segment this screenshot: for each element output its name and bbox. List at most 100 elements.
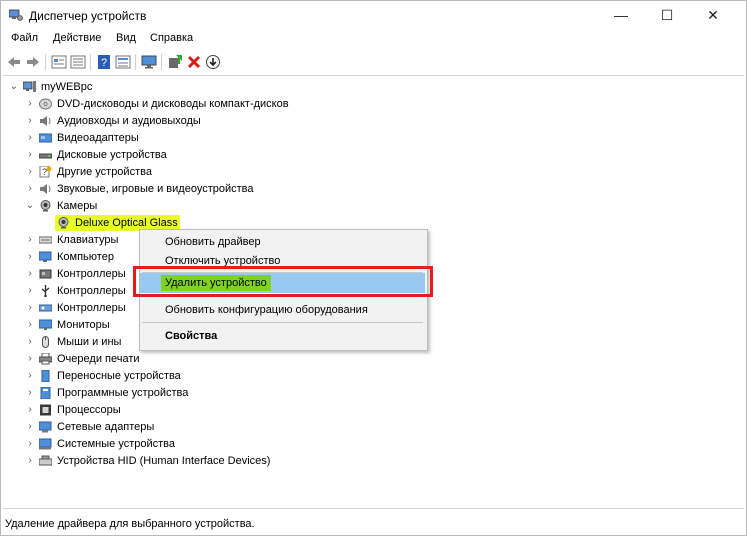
tree-root[interactable]: ⌄ myWEBpc bbox=[9, 79, 209, 95]
tree-category-disk[interactable]: › Дисковые устройства bbox=[25, 147, 345, 163]
chevron-right-icon[interactable]: › bbox=[25, 317, 35, 333]
maximize-button[interactable]: ☐ bbox=[644, 1, 690, 31]
download-icon[interactable] bbox=[205, 54, 221, 70]
tree-category-portable[interactable]: › Переносные устройства bbox=[25, 368, 345, 384]
tree-root-label: myWEBpc bbox=[41, 81, 93, 93]
context-item-label: Обновить драйвер bbox=[165, 236, 261, 248]
portable-device-icon bbox=[41, 370, 50, 382]
printer-icon bbox=[39, 353, 52, 365]
tree-category-label: Контроллеры bbox=[57, 285, 126, 297]
menu-file[interactable]: Файл bbox=[11, 32, 38, 44]
status-bar: Удаление драйвера для выбранного устройс… bbox=[5, 518, 255, 530]
display-adapter-icon bbox=[39, 133, 52, 143]
speaker-icon bbox=[40, 184, 51, 194]
chevron-right-icon[interactable]: › bbox=[25, 436, 35, 452]
details-icon[interactable] bbox=[115, 54, 131, 70]
remove-icon[interactable] bbox=[186, 54, 202, 70]
chevron-right-icon[interactable]: › bbox=[25, 385, 35, 401]
chevron-right-icon[interactable]: › bbox=[25, 300, 35, 316]
tree-category-label: Аудиовходы и аудиовыходы bbox=[57, 115, 201, 127]
close-button[interactable]: ✕ bbox=[690, 1, 736, 31]
tree-category-label: Системные устройства bbox=[57, 438, 176, 450]
device-tree[interactable]: ⌄ myWEBpc › DVD-дисководы и дисководы ко… bbox=[3, 75, 744, 509]
add-driver-icon[interactable] bbox=[167, 54, 183, 70]
tree-category-cameras[interactable]: ⌄ Камеры bbox=[25, 198, 345, 214]
tree-category-dvd[interactable]: › DVD-дисководы и дисководы компакт-диск… bbox=[25, 96, 345, 112]
chevron-right-icon[interactable]: › bbox=[25, 113, 35, 129]
chevron-right-icon[interactable]: › bbox=[25, 147, 35, 163]
chevron-right-icon[interactable]: › bbox=[25, 249, 35, 265]
camera-icon bbox=[58, 217, 69, 229]
chevron-right-icon[interactable]: › bbox=[25, 266, 35, 282]
chevron-down-icon[interactable]: ⌄ bbox=[9, 79, 19, 95]
disk-drive-icon bbox=[39, 153, 52, 159]
minimize-button[interactable]: — bbox=[598, 1, 644, 31]
context-scan-hardware[interactable]: Обновить конфигурацию оборудования bbox=[140, 300, 425, 320]
menu-help[interactable]: Справка bbox=[150, 32, 193, 44]
properties-view-icon[interactable] bbox=[70, 54, 86, 70]
chevron-right-icon[interactable]: › bbox=[25, 419, 35, 435]
tree-category-label: Контроллеры bbox=[57, 268, 126, 280]
tree-category-print-queues[interactable]: › Очереди печати bbox=[25, 351, 345, 367]
chevron-right-icon[interactable]: › bbox=[25, 334, 35, 350]
chevron-right-icon[interactable]: › bbox=[25, 181, 35, 197]
tree-category-other[interactable]: › ? Другие устройства bbox=[25, 164, 345, 180]
speaker-icon bbox=[40, 116, 51, 126]
tree-category-software[interactable]: › Программные устройства bbox=[25, 385, 345, 401]
context-item-label: Свойства bbox=[165, 330, 218, 342]
chevron-right-icon[interactable]: › bbox=[25, 130, 35, 146]
chevron-right-icon[interactable]: › bbox=[25, 368, 35, 384]
tree-category-label: Мыши и ины bbox=[57, 336, 122, 348]
tree-category-video[interactable]: › Видеоадаптеры bbox=[25, 130, 345, 146]
menu-view[interactable]: Вид bbox=[116, 32, 136, 44]
chevron-down-icon[interactable]: ⌄ bbox=[25, 198, 35, 214]
unknown-device-icon: ? bbox=[39, 166, 52, 178]
keyboard-icon bbox=[39, 236, 52, 244]
forward-arrow-icon[interactable] bbox=[25, 54, 41, 70]
software-device-icon bbox=[40, 387, 51, 399]
tree-category-label: Мониторы bbox=[57, 319, 110, 331]
properties-icon[interactable] bbox=[51, 54, 67, 70]
tree-category-label: Контроллеры bbox=[57, 302, 126, 314]
tree-category-label: Видеоадаптеры bbox=[57, 132, 139, 144]
network-adapter-icon bbox=[39, 421, 52, 433]
context-update-driver[interactable]: Обновить драйвер bbox=[140, 232, 425, 252]
toolbar-separator bbox=[45, 54, 46, 70]
chevron-right-icon[interactable]: › bbox=[25, 164, 35, 180]
tree-category-hid[interactable]: › Устройства HID (Human Interface Device… bbox=[25, 453, 345, 469]
monitor-icon[interactable] bbox=[141, 54, 157, 70]
context-properties[interactable]: Свойства bbox=[140, 326, 425, 346]
chevron-right-icon[interactable]: › bbox=[25, 283, 35, 299]
menu-bar: Файл Действие Вид Справка bbox=[1, 31, 746, 49]
dvd-drive-icon bbox=[39, 98, 52, 110]
processor-icon bbox=[40, 404, 51, 416]
tree-category-label: DVD-дисководы и дисководы компакт-дисков bbox=[57, 98, 289, 110]
svg-text:?: ? bbox=[42, 167, 47, 177]
chevron-right-icon[interactable]: › bbox=[25, 351, 35, 367]
device-manager-window: Диспетчер устройств — ☐ ✕ Файл Действие … bbox=[0, 0, 747, 536]
chevron-right-icon[interactable]: › bbox=[25, 453, 35, 469]
storage-controller-icon bbox=[39, 304, 52, 312]
tree-category-label: Дисковые устройства bbox=[57, 149, 167, 161]
tree-category-label: Переносные устройства bbox=[57, 370, 181, 382]
window-title: Диспетчер устройств bbox=[29, 9, 147, 23]
tree-category-label: Очереди печати bbox=[57, 353, 140, 365]
computer-icon bbox=[23, 81, 36, 92]
context-separator bbox=[142, 322, 423, 323]
toolbar: ? bbox=[1, 49, 746, 75]
tree-category-label: Клавиатуры bbox=[57, 234, 119, 246]
tree-category-processors[interactable]: › Процессоры bbox=[25, 402, 345, 418]
chevron-right-icon[interactable]: › bbox=[25, 232, 35, 248]
tree-category-network[interactable]: › Сетевые адаптеры bbox=[25, 419, 345, 435]
tree-category-audio-io[interactable]: › Аудиовходы и аудиовыходы bbox=[25, 113, 345, 129]
tree-category-sound[interactable]: › Звуковые, игровые и видеоустройства bbox=[25, 181, 345, 197]
tree-category-label: Процессоры bbox=[57, 404, 121, 416]
menu-action[interactable]: Действие bbox=[53, 32, 101, 44]
help-icon[interactable]: ? bbox=[96, 54, 112, 70]
chevron-right-icon[interactable]: › bbox=[25, 96, 35, 112]
back-arrow-icon[interactable] bbox=[6, 54, 22, 70]
hid-icon bbox=[39, 455, 52, 466]
title-bar[interactable]: Диспетчер устройств — ☐ ✕ bbox=[1, 1, 746, 31]
chevron-right-icon[interactable]: › bbox=[25, 402, 35, 418]
tree-category-system[interactable]: › Системные устройства bbox=[25, 436, 345, 452]
